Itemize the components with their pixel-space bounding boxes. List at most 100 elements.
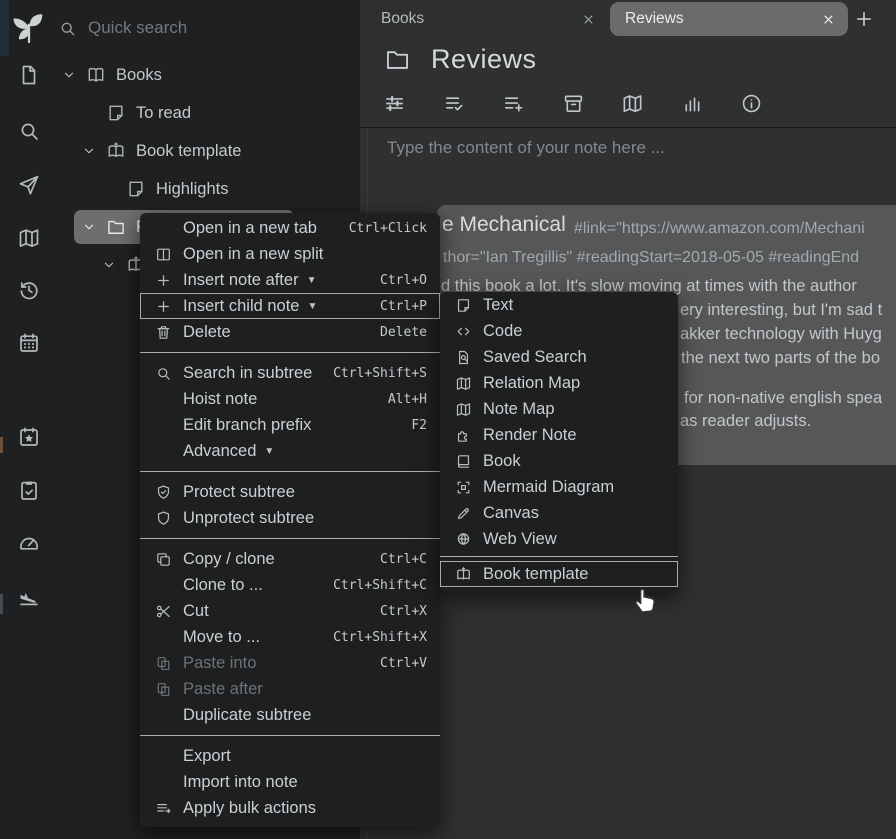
- menu-item-cut[interactable]: CutCtrl+X: [140, 598, 440, 624]
- launcher-tasks-clipboard-icon[interactable]: [17, 478, 41, 502]
- note-title[interactable]: Reviews: [431, 44, 537, 75]
- menu-item-label: Export: [183, 747, 231, 766]
- menu-item-shortcut: Ctrl+P: [380, 299, 427, 314]
- menu-item-copy-clone[interactable]: Copy / cloneCtrl+C: [140, 546, 440, 572]
- folder-icon: [106, 217, 126, 237]
- launcher-calendar-icon[interactable]: [17, 331, 41, 355]
- menu-item-advanced[interactable]: Advanced▼: [140, 438, 440, 464]
- shield-icon: [153, 510, 173, 527]
- card-attributes-fragment: #link="https://www.amazon.com/Mechani: [574, 220, 865, 238]
- expander-chevron-down-icon[interactable]: [102, 258, 116, 272]
- expander-chevron-down-icon[interactable]: [62, 68, 76, 82]
- launcher-dashboard-gauge-icon[interactable]: [17, 530, 41, 554]
- tree-item-book-template[interactable]: Book template: [0, 132, 360, 170]
- ribbon-archive-icon[interactable]: [562, 92, 585, 115]
- extension-icon: [453, 427, 473, 444]
- menu-item-label: Import into note: [183, 773, 298, 792]
- selection-icon: [453, 479, 473, 496]
- trash-icon: [153, 324, 173, 341]
- ribbon-list-check-icon[interactable]: [443, 92, 466, 115]
- new-tab-button[interactable]: [851, 6, 877, 32]
- menu-item-edit-branch-prefix[interactable]: Edit branch prefixF2: [140, 412, 440, 438]
- launcher-trilium-logo[interactable]: [11, 9, 47, 45]
- ribbon-bar-chart-icon[interactable]: [681, 92, 704, 115]
- launcher-calendar-star-icon[interactable]: [17, 425, 41, 449]
- plane-landing-icon: [17, 584, 41, 608]
- shield-check-icon: [153, 484, 173, 501]
- card-attributes-fragment: thor="Ian Tregillis" #readingStart=2018-…: [443, 249, 859, 267]
- plus-icon: [153, 272, 173, 289]
- ribbon-sliders-icon[interactable]: [383, 92, 406, 115]
- note-icon: [453, 297, 473, 314]
- menu-item-web-view[interactable]: Web View: [440, 526, 678, 552]
- menu-item-unprotect-subtree[interactable]: Unprotect subtree: [140, 505, 440, 531]
- card-body-line: as reader adjusts.: [680, 412, 811, 431]
- menu-item-insert-note-after[interactable]: Insert note after▼Ctrl+O: [140, 267, 440, 293]
- expander-chevron-down-icon[interactable]: [82, 144, 96, 158]
- globe-icon: [453, 531, 473, 548]
- expander-chevron-down-icon[interactable]: [82, 220, 96, 234]
- menu-item-insert-child-note[interactable]: Insert child note▼Ctrl+P: [140, 293, 440, 319]
- menu-item-label: Relation Map: [483, 374, 580, 393]
- menu-item-shortcut: Alt+H: [388, 392, 427, 407]
- card-body-line: ery interesting, but I'm sad t: [680, 301, 882, 320]
- menu-item-book[interactable]: Book: [440, 448, 678, 474]
- search-icon: [58, 19, 77, 38]
- menu-item-label: Advanced: [183, 442, 256, 461]
- menu-item-open-in-a-new-tab[interactable]: Open in a new tabCtrl+Click: [140, 215, 440, 241]
- menu-separator: [140, 538, 440, 539]
- menu-item-search-in-subtree[interactable]: Search in subtreeCtrl+Shift+S: [140, 360, 440, 386]
- menu-item-saved-search[interactable]: Saved Search: [440, 344, 678, 370]
- menu-item-move-to[interactable]: Move to ...Ctrl+Shift+X: [140, 624, 440, 650]
- menu-item-paste-into: Paste intoCtrl+V: [140, 650, 440, 676]
- menu-item-canvas[interactable]: Canvas: [440, 500, 678, 526]
- shield-icon: [155, 510, 172, 527]
- menu-item-relation-map[interactable]: Relation Map: [440, 370, 678, 396]
- menu-item-mermaid-diagram[interactable]: Mermaid Diagram: [440, 474, 678, 500]
- menu-item-import-into-note[interactable]: Import into note: [140, 769, 440, 795]
- bar-chart-icon: [681, 92, 704, 115]
- tree-item-to-read[interactable]: To read: [0, 94, 360, 132]
- launcher-plane-landing-icon[interactable]: [17, 584, 41, 608]
- menu-item-code[interactable]: Code: [440, 318, 678, 344]
- close-tab-icon[interactable]: [821, 12, 836, 27]
- menu-item-open-in-a-new-split[interactable]: Open in a new split: [140, 241, 440, 267]
- ribbon-list-plus-icon[interactable]: [502, 92, 525, 115]
- plus-icon: [851, 8, 877, 30]
- menu-item-label: Duplicate subtree: [183, 706, 311, 725]
- ribbon-map-icon[interactable]: [621, 92, 644, 115]
- menu-item-label: Move to ...: [183, 628, 260, 647]
- plus-icon: [153, 298, 173, 315]
- menu-item-delete[interactable]: DeleteDelete: [140, 319, 440, 345]
- close-tab-icon[interactable]: [581, 12, 596, 27]
- tree-item-highlights[interactable]: Highlights: [0, 170, 360, 208]
- plus-icon: [853, 8, 875, 30]
- tab-books[interactable]: Books: [366, 2, 608, 36]
- menu-item-shortcut: Ctrl+C: [380, 552, 427, 567]
- menu-item-protect-subtree[interactable]: Protect subtree: [140, 479, 440, 505]
- tree-context-menu: Open in a new tabCtrl+ClickOpen in a new…: [140, 213, 440, 827]
- menu-item-shortcut: Ctrl+O: [380, 273, 427, 288]
- copy-icon: [155, 551, 172, 568]
- book-template-icon: [106, 141, 126, 161]
- menu-item-hoist-note[interactable]: Hoist noteAlt+H: [140, 386, 440, 412]
- extension-icon: [455, 427, 472, 444]
- menu-item-duplicate-subtree[interactable]: Duplicate subtree: [140, 702, 440, 728]
- menu-item-text[interactable]: Text: [440, 292, 678, 318]
- menu-item-shortcut: Ctrl+Shift+S: [333, 366, 427, 381]
- quick-search-input[interactable]: Quick search: [58, 14, 187, 42]
- editor-placeholder[interactable]: Type the content of your note here ...: [387, 138, 665, 158]
- tree-item-books[interactable]: Books: [0, 56, 360, 94]
- pen-icon: [453, 505, 473, 522]
- menu-item-render-note[interactable]: Render Note: [440, 422, 678, 448]
- ribbon-toolbar: [383, 92, 800, 116]
- ribbon-info-circle-icon[interactable]: [740, 92, 763, 115]
- tab-label: Books: [381, 10, 424, 28]
- menu-item-clone-to[interactable]: Clone to ...Ctrl+Shift+C: [140, 572, 440, 598]
- menu-item-label: Apply bulk actions: [183, 799, 316, 818]
- tab-reviews[interactable]: Reviews: [610, 2, 848, 36]
- plus-icon: [155, 272, 172, 289]
- menu-item-note-map[interactable]: Note Map: [440, 396, 678, 422]
- menu-item-apply-bulk-actions[interactable]: Apply bulk actions: [140, 795, 440, 821]
- menu-item-export[interactable]: Export: [140, 743, 440, 769]
